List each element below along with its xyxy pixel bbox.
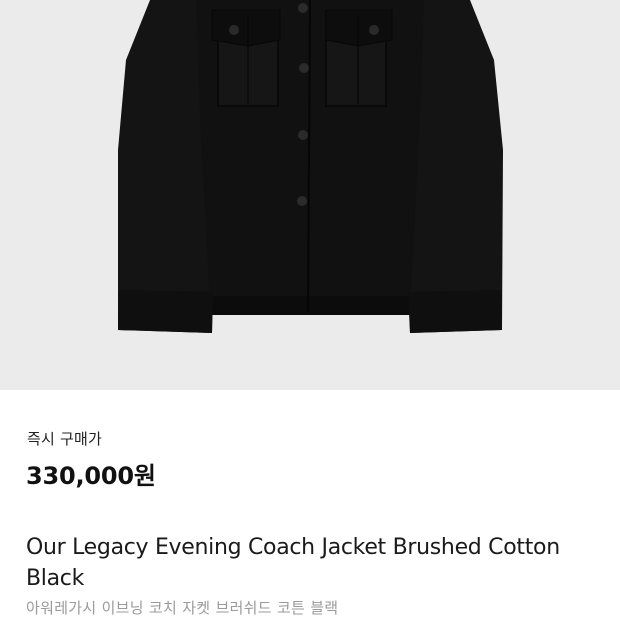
product-detail-page: 즉시 구매가 330,000원 Our Legacy Evening Coach… xyxy=(0,0,620,620)
price-label: 즉시 구매가 xyxy=(27,430,102,448)
jacket-photo-icon xyxy=(118,0,503,333)
product-title: Our Legacy Evening Coach Jacket Brushed … xyxy=(26,535,560,591)
product-image[interactable] xyxy=(0,0,620,390)
price-value: 330,000원 xyxy=(26,462,156,490)
product-subtitle-korean: 아워레가시 이브닝 코치 자켓 브러쉬드 코튼 블랙 xyxy=(26,599,339,617)
product-info: 즉시 구매가 330,000원 Our Legacy Evening Coach… xyxy=(0,390,620,620)
